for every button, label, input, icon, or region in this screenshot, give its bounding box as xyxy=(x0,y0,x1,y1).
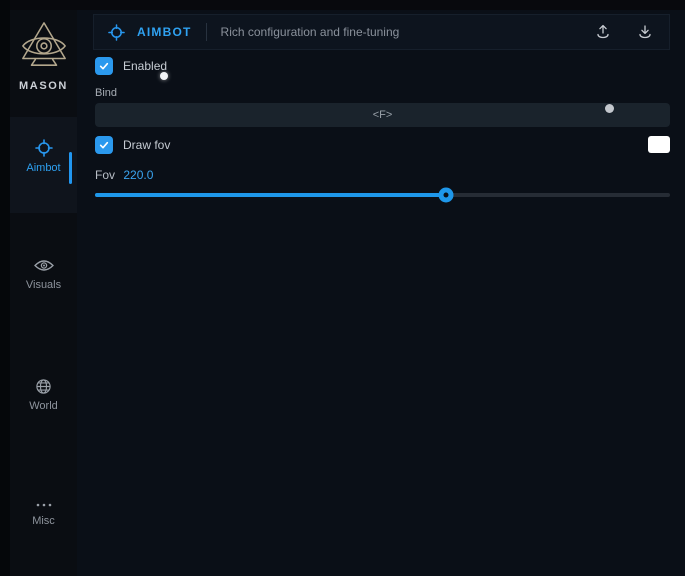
draw-fov-row: Draw fov xyxy=(95,136,170,154)
sidebar-item-misc[interactable]: Misc xyxy=(10,500,77,527)
download-icon[interactable] xyxy=(635,22,655,42)
window-top-edge xyxy=(0,0,685,10)
sidebar-item-label: Misc xyxy=(32,515,55,527)
sidebar: MASON Aimbot Visuals xyxy=(10,10,77,576)
eye-icon xyxy=(34,256,54,274)
fov-value: 220.0 xyxy=(123,168,153,182)
window-left-edge xyxy=(0,0,10,576)
draw-fov-checkbox[interactable] xyxy=(95,136,113,154)
brand-name: MASON xyxy=(19,80,68,92)
fov-label: Fov xyxy=(95,168,115,182)
header-divider xyxy=(206,23,207,41)
brand-logo: MASON xyxy=(10,20,77,92)
sidebar-item-visuals[interactable]: Visuals xyxy=(10,256,77,291)
fov-value-row: Fov 220.0 xyxy=(95,168,153,182)
fov-slider-handle[interactable] xyxy=(438,188,453,203)
main-panel: AIMBOT Rich configuration and fine-tunin… xyxy=(77,10,685,576)
bind-input[interactable]: <F> xyxy=(95,103,670,127)
sidebar-item-label: Visuals xyxy=(26,279,61,291)
page-subtitle: Rich configuration and fine-tuning xyxy=(221,25,400,39)
enabled-checkbox[interactable] xyxy=(95,57,113,75)
ellipsis-icon xyxy=(35,500,53,510)
app-window: MASON Aimbot Visuals xyxy=(0,0,685,576)
pyramid-eye-icon xyxy=(17,20,71,75)
sidebar-item-aimbot[interactable]: Aimbot xyxy=(10,139,77,174)
bind-value: <F> xyxy=(373,109,393,121)
fov-slider[interactable] xyxy=(95,186,670,204)
enabled-label: Enabled xyxy=(123,59,167,73)
fov-color-swatch[interactable] xyxy=(648,136,670,153)
crosshair-icon xyxy=(108,24,125,41)
globe-icon xyxy=(35,377,52,395)
sidebar-item-world[interactable]: World xyxy=(10,377,77,412)
enabled-row: Enabled xyxy=(95,57,167,75)
page-header: AIMBOT Rich configuration and fine-tunin… xyxy=(93,14,670,50)
upload-icon[interactable] xyxy=(593,22,613,42)
fov-slider-fill xyxy=(95,193,446,197)
crosshair-icon xyxy=(35,139,53,157)
sidebar-item-label: Aimbot xyxy=(26,162,60,174)
sidebar-item-label: World xyxy=(29,400,58,412)
header-actions xyxy=(593,22,655,42)
draw-fov-label: Draw fov xyxy=(123,138,170,152)
page-title: AIMBOT xyxy=(137,25,192,39)
bind-label: Bind xyxy=(95,87,117,99)
